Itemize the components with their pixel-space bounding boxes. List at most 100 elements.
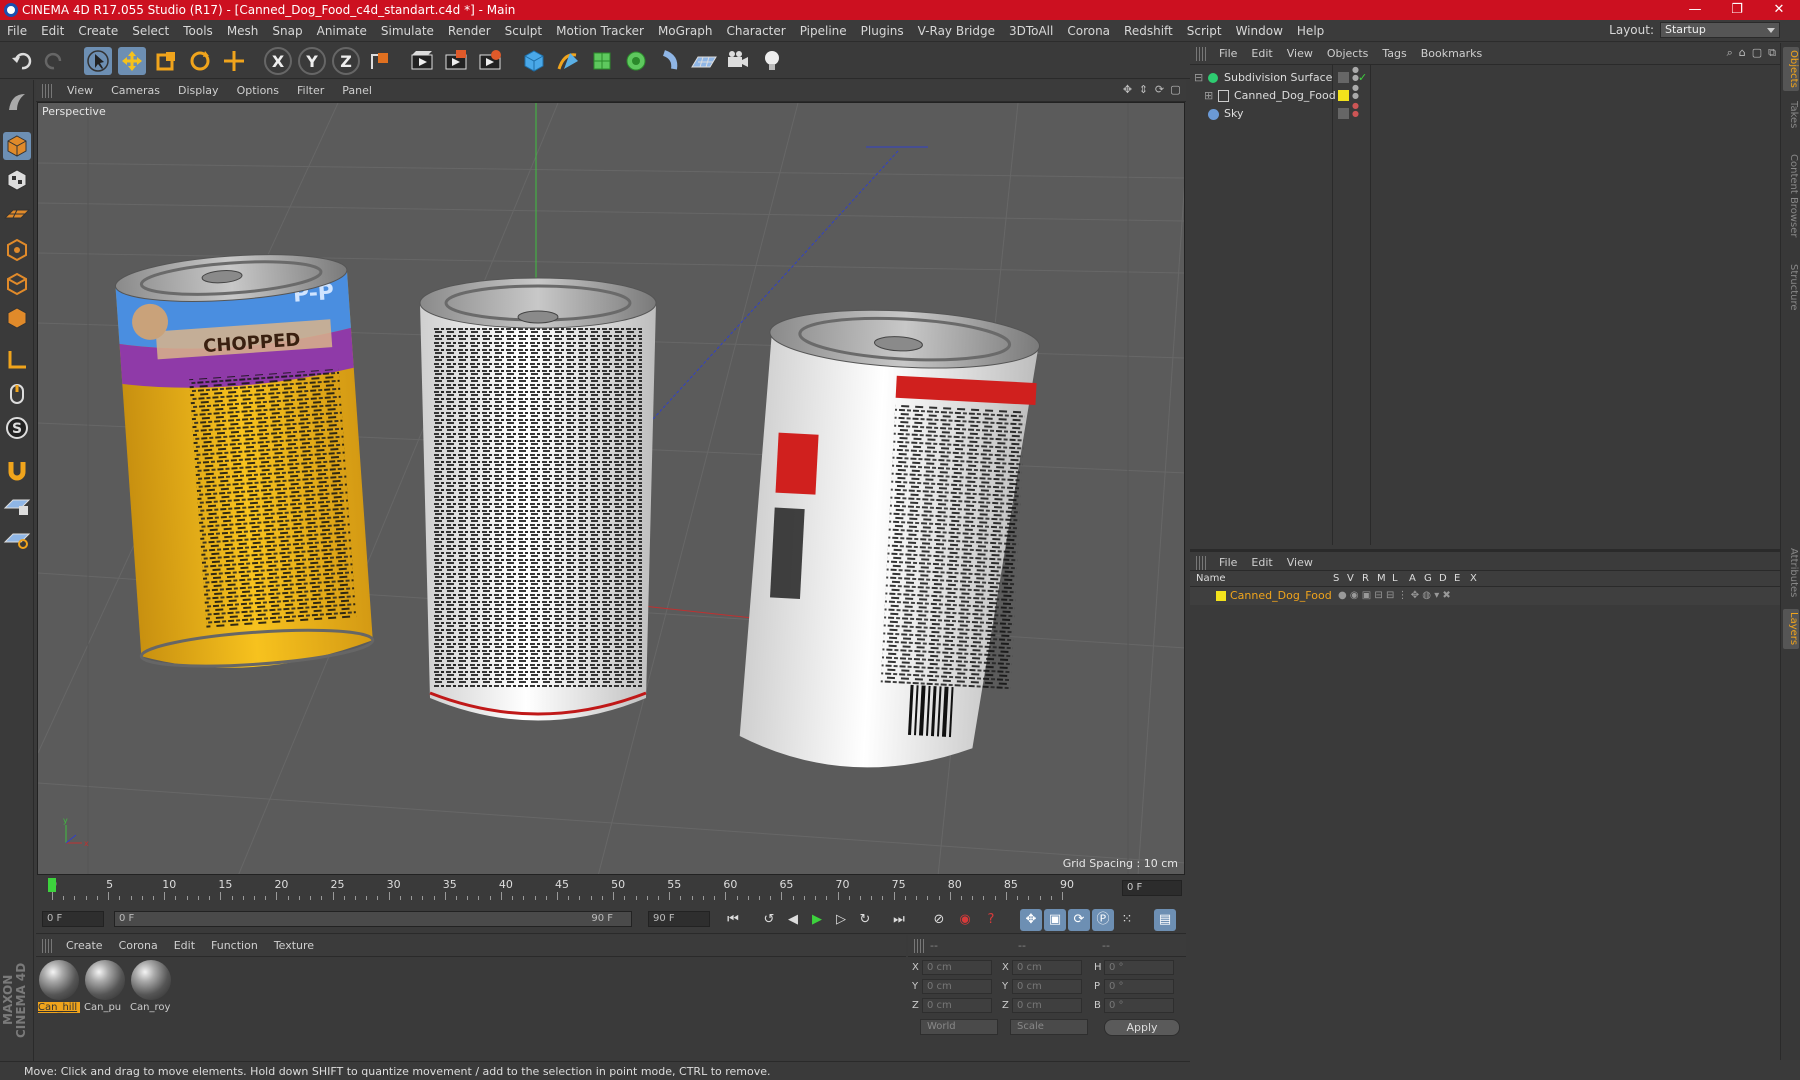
position-z-field[interactable]: 0 cm	[922, 998, 992, 1013]
material-menu-function[interactable]: Function	[203, 935, 266, 957]
rotation-h-field[interactable]: 0 °	[1104, 960, 1174, 975]
y-axis-icon[interactable]: Y	[298, 47, 326, 75]
menu-motion-tracker[interactable]: Motion Tracker	[549, 20, 651, 42]
panel-grip-icon[interactable]	[1196, 47, 1208, 61]
live-selection-icon[interactable]	[220, 47, 248, 75]
layout-select[interactable]: Startup	[1660, 22, 1780, 38]
close-button[interactable]: ✕	[1758, 0, 1800, 20]
key-scale-icon[interactable]: ▣	[1044, 909, 1066, 931]
enabled-check-icon[interactable]: ✓	[1358, 69, 1367, 87]
viewport-menu-filter[interactable]: Filter	[288, 80, 333, 102]
object-menu-edit[interactable]: Edit	[1244, 43, 1279, 65]
points-mode-icon[interactable]	[3, 236, 31, 264]
rotate-icon[interactable]	[186, 47, 214, 75]
menu-animate[interactable]: Animate	[310, 20, 374, 42]
viewport-rotate-icon[interactable]: ⟳	[1153, 83, 1166, 97]
viewport-menu-cameras[interactable]: Cameras	[102, 80, 169, 102]
grid-snap-icon[interactable]	[3, 524, 31, 552]
object-row[interactable]: ⊞ Canned_Dog_Food ● ●	[1190, 84, 1780, 105]
tab-content-browser[interactable]: Content Browser	[1783, 141, 1799, 251]
menu-script[interactable]: Script	[1180, 20, 1229, 42]
menu-pipeline[interactable]: Pipeline	[793, 20, 854, 42]
new-view-icon[interactable]: ▢	[1752, 46, 1762, 60]
next-key-icon[interactable]: ↻	[854, 909, 876, 931]
previous-frame-icon[interactable]: ◀	[782, 909, 804, 931]
edges-mode-icon[interactable]	[3, 270, 31, 298]
column-solo[interactable]: S	[1333, 571, 1339, 587]
scale-icon[interactable]	[152, 47, 180, 75]
material-menu-edit[interactable]: Edit	[166, 935, 203, 957]
object-menu-bookmarks[interactable]: Bookmarks	[1414, 43, 1489, 65]
menu-render[interactable]: Render	[441, 20, 498, 42]
restore-button[interactable]: ❐	[1716, 0, 1758, 20]
object-row[interactable]: ⊟ Subdivision Surface ● ● ✓	[1190, 66, 1780, 87]
menu-tools[interactable]: Tools	[176, 20, 220, 42]
object-menu-view[interactable]: View	[1280, 43, 1320, 65]
rotation-b-field[interactable]: 0 °	[1104, 998, 1174, 1013]
viewport-menu-options[interactable]: Options	[228, 80, 288, 102]
key-rotation-icon[interactable]: ⟳	[1068, 909, 1090, 931]
menu-select[interactable]: Select	[125, 20, 176, 42]
tab-structure[interactable]: Structure	[1783, 257, 1799, 317]
undo-icon[interactable]	[8, 47, 36, 75]
column-view[interactable]: V	[1347, 571, 1354, 587]
layer-flag-icons[interactable]: ● ◉ ▣ ⊟ ⊟ ⋮ ✥ ◍ ▾ ✖	[1338, 587, 1451, 605]
tab-objects[interactable]: Objects	[1783, 47, 1799, 91]
column-generators[interactable]: G	[1424, 571, 1432, 587]
viewport-menu-panel[interactable]: Panel	[333, 80, 381, 102]
material-menu-create[interactable]: Create	[58, 935, 111, 957]
size-x-field[interactable]: 0 cm	[1012, 960, 1082, 975]
floor-icon[interactable]	[690, 47, 718, 75]
magnet-icon[interactable]	[3, 456, 31, 484]
collapse-icon[interactable]: ⊟	[1194, 69, 1203, 87]
menu-character[interactable]: Character	[719, 20, 792, 42]
key-pla-icon[interactable]: ⁙	[1116, 909, 1138, 931]
expand-icon[interactable]: ⊞	[1204, 87, 1213, 105]
tab-attributes[interactable]: Attributes	[1783, 541, 1799, 605]
menu-redshift[interactable]: Redshift	[1117, 20, 1180, 42]
object-row[interactable]: Sky ● ●	[1190, 102, 1780, 123]
menu-corona[interactable]: Corona	[1060, 20, 1117, 42]
coordinate-mode-select[interactable]: Scale	[1010, 1019, 1088, 1035]
search-icon[interactable]: ⌕	[1727, 46, 1733, 60]
pen-icon[interactable]	[554, 47, 582, 75]
workplane-icon[interactable]	[3, 200, 31, 228]
timeline-ticks[interactable]: 051015202530354045505560657075808590	[46, 876, 1116, 904]
start-frame-field[interactable]: 0 F	[42, 911, 104, 927]
viewport-move-icon[interactable]: ✥	[1121, 83, 1134, 97]
previous-key-icon[interactable]: ↺	[758, 909, 780, 931]
make-editable-icon[interactable]	[3, 88, 31, 116]
playhead-marker[interactable]	[48, 878, 56, 892]
size-z-field[interactable]: 0 cm	[1012, 998, 1082, 1013]
tweak-mode-icon[interactable]	[3, 380, 31, 408]
visibility-dots-icon[interactable]: ● ●	[1352, 102, 1359, 118]
panel-grip-icon[interactable]	[42, 84, 54, 98]
viewport-menu-view[interactable]: View	[58, 80, 102, 102]
menu-file[interactable]: File	[0, 20, 34, 42]
menu-vray-bridge[interactable]: V-Ray Bridge	[911, 20, 1002, 42]
key-parameter-icon[interactable]: Ⓟ	[1092, 909, 1114, 931]
move-icon[interactable]	[118, 47, 146, 75]
position-x-field[interactable]: 0 cm	[922, 960, 992, 975]
column-locked[interactable]: L	[1392, 571, 1398, 587]
cloner-icon[interactable]	[622, 47, 650, 75]
deformer-icon[interactable]	[656, 47, 684, 75]
coordinate-system-icon[interactable]	[366, 47, 394, 75]
key-position-icon[interactable]: ✥	[1020, 909, 1042, 931]
coordinate-space-select[interactable]: World	[920, 1019, 998, 1035]
timeline-window-icon[interactable]: ▤	[1154, 909, 1176, 931]
object-menu-objects[interactable]: Objects	[1320, 43, 1376, 65]
material-swatch[interactable]: Can_pu	[84, 960, 126, 1018]
camera-icon[interactable]	[724, 47, 752, 75]
column-manager[interactable]: M	[1377, 571, 1386, 587]
panel-grip-icon[interactable]	[1196, 556, 1208, 570]
model-mode-icon[interactable]	[3, 132, 31, 160]
go-to-end-icon[interactable]: ⏭	[888, 909, 910, 931]
menu-simulate[interactable]: Simulate	[374, 20, 441, 42]
texture-mode-icon[interactable]	[3, 166, 31, 194]
material-swatch[interactable]: Can_roy	[130, 960, 172, 1018]
menu-edit[interactable]: Edit	[34, 20, 71, 42]
render-view-icon[interactable]	[408, 47, 436, 75]
panel-grip-icon[interactable]	[914, 939, 926, 953]
subdivision-icon[interactable]	[588, 47, 616, 75]
